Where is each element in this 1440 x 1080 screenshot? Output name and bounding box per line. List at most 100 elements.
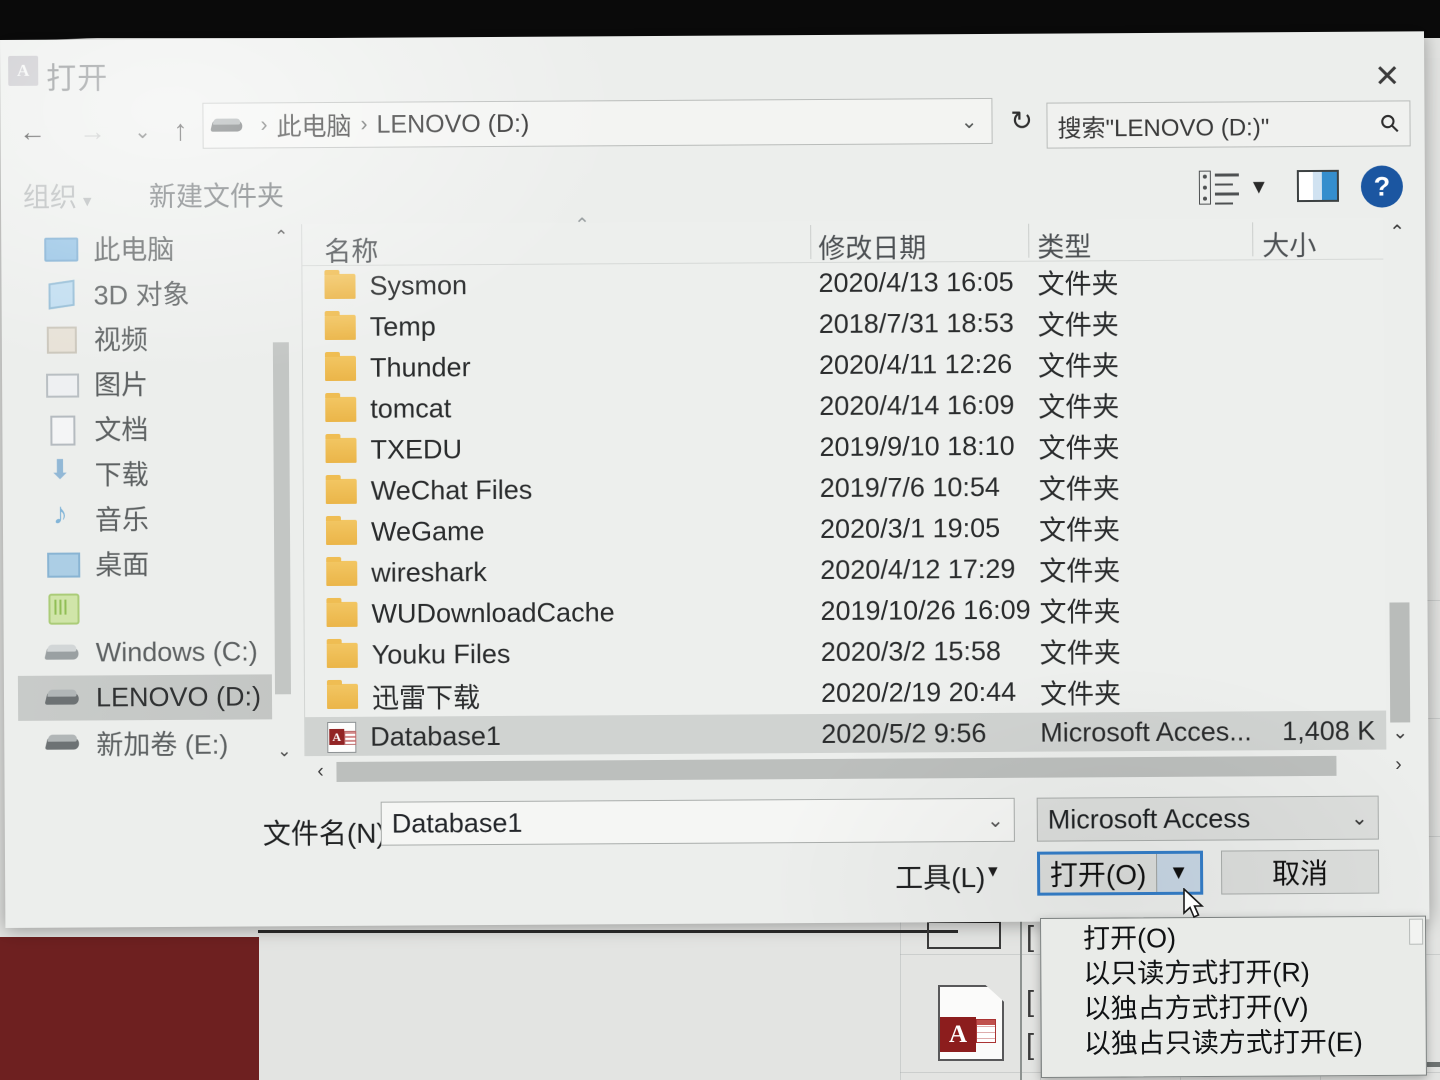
access-grid-glyph [976, 1019, 996, 1043]
file-date-cell: 2020/4/11 12:26 [818, 348, 1013, 381]
sidebar-item-下载[interactable]: 下载 [17, 449, 287, 496]
table-row[interactable]: Sysmon 2020/4/13 16:05 文件夹 [302, 259, 1411, 307]
chevron-down-icon[interactable]: ⌄ [1351, 805, 1368, 830]
header-divider-1[interactable] [810, 225, 812, 260]
filename-label: 文件名(N): [262, 817, 394, 850]
table-row[interactable]: Temp 2018/7/31 18:53 文件夹 [303, 300, 1412, 348]
drive-icon [44, 638, 84, 668]
preview-right [1321, 171, 1338, 200]
list-scroll-down-icon[interactable]: ⌄ [1386, 717, 1414, 747]
sidebar-item-label: Windows (C:) [95, 636, 258, 668]
table-row[interactable]: Youku Files 2020/3/2 15:58 文件夹 [305, 628, 1414, 676]
sidebar-item-视频[interactable]: 视频 [16, 314, 286, 361]
documents-icon [42, 413, 82, 443]
file-list-scrollbar[interactable]: ⌃ ⌄ [1383, 217, 1415, 766]
file-name-cell: Sysmon [324, 270, 467, 302]
folder-icon [325, 396, 357, 423]
table-row[interactable]: WUDownloadCache 2019/10/26 16:09 文件夹 [304, 587, 1413, 635]
new-folder-button[interactable]: 新建文件夹 [149, 174, 284, 214]
sidebar-scroll-down-icon[interactable]: ⌄ [272, 738, 296, 764]
hscroll-left-icon[interactable]: ‹ [304, 761, 336, 783]
back-button[interactable]: ← [10, 110, 54, 154]
file-type-cell: 文件夹 [1038, 433, 1120, 464]
preview-pane-icon[interactable] [1296, 169, 1340, 203]
file-list-panel: 名称 ⌃ 修改日期 类型 大小 Sysmon 2020/4/13 16:05 文件夹… [301, 215, 1415, 773]
table-row[interactable]: WeChat Files 2019/7/6 10:54 文件夹 [304, 464, 1413, 512]
sidebar-scroll-up-icon[interactable]: ⌃ [269, 224, 293, 250]
sidebar-scrollbar[interactable]: ⌃ ⌄ [269, 224, 297, 773]
column-header-type[interactable]: 类型 [1037, 225, 1091, 264]
menu-scroll-indicator[interactable] [1409, 918, 1424, 945]
open-dropdown-caret-icon[interactable]: ▼ [1155, 853, 1201, 892]
folder-icon [324, 355, 357, 382]
list-scroll-thumb[interactable] [1389, 602, 1411, 723]
file-date-cell: 2020/4/13 16:05 [818, 266, 1014, 299]
filetype-select[interactable]: Microsoft Access ⌄ [1036, 795, 1379, 842]
sidebar-item-LENOVO (D:)[interactable]: LENOVO (D:) [17, 674, 289, 721]
column-header-size[interactable]: 大小 [1262, 224, 1316, 263]
forward-button[interactable]: → [70, 109, 114, 153]
background-bracket-2: [ [1026, 986, 1035, 1018]
table-row[interactable]: tomcat 2020/4/14 16:09 文件夹 [303, 382, 1412, 430]
search-input[interactable]: 搜索"LENOVO (D:)" ⚲ [1046, 100, 1411, 149]
open-split-button[interactable]: 打开(O) ▼ [1036, 850, 1204, 896]
dialog-title: 打开 [46, 62, 109, 96]
address-bar[interactable]: › 此电脑 › LENOVO (D:) ⌄ [202, 97, 993, 149]
sidebar-item-图片[interactable]: 图片 [16, 359, 286, 406]
table-row[interactable]: 迅雷下载 2020/2/19 20:44 文件夹 [305, 669, 1414, 717]
file-name-cell: TXEDU [325, 434, 462, 466]
table-row[interactable]: wireshark 2020/4/12 17:29 文件夹 [304, 546, 1413, 594]
organize-button[interactable]: 组织 ▾ [23, 175, 92, 214]
breadcrumb-lenovo-d[interactable]: LENOVO (D:) [376, 109, 529, 139]
menu-item-open[interactable]: 打开(O) [1041, 917, 1425, 954]
up-button[interactable]: ↑ [158, 109, 202, 153]
list-scroll-up-icon[interactable]: ⌃ [1383, 217, 1411, 247]
menu-item-open-readonly[interactable]: 以只读方式打开(R) [1041, 952, 1425, 989]
cancel-button[interactable]: 取消 [1220, 849, 1380, 895]
sidebar-item-文档[interactable]: 文档 [16, 404, 286, 451]
sidebar-item-label: 图片 [94, 370, 149, 401]
hscroll-right-icon[interactable]: › [1382, 754, 1414, 776]
refresh-icon[interactable]: ↻ [1000, 98, 1042, 144]
sidebar-item-新加卷 (E:)[interactable]: 新加卷 (E:) [18, 719, 288, 766]
sidebar-item-3D 对象[interactable]: 3D 对象 [15, 269, 285, 316]
menu-item-open-exclusive[interactable]: 以独占方式打开(V) [1041, 987, 1425, 1024]
view-dropdown-caret-icon[interactable]: ▼ [1249, 176, 1269, 199]
file-type-cell: 文件夹 [1038, 474, 1120, 505]
table-row[interactable]: WeGame 2020/3/1 19:05 文件夹 [304, 505, 1413, 553]
breadcrumb-this-pc[interactable]: 此电脑 [276, 107, 351, 143]
3d-objects-icon [41, 278, 81, 308]
header-divider-3[interactable] [1252, 222, 1254, 257]
column-header-date[interactable]: 修改日期 [818, 226, 926, 266]
file-name-text: Sysmon [369, 270, 468, 301]
help-icon[interactable]: ? [1360, 165, 1404, 208]
filename-input[interactable]: Database1 ⌄ [380, 797, 1015, 846]
tools-caret-icon[interactable]: ▾ [988, 860, 998, 883]
file-name-text: WUDownloadCache [371, 597, 615, 629]
table-row[interactable]: TXEDU 2019/9/10 18:10 文件夹 [303, 423, 1412, 471]
chevron-down-icon[interactable]: ⌄ [987, 807, 1004, 832]
header-divider-2[interactable] [1028, 223, 1030, 258]
file-name-text: Youku Files [371, 638, 511, 670]
sidebar-item-此电脑[interactable]: 此电脑 [15, 224, 285, 271]
sidebar-item-Windows (C:)[interactable]: Windows (C:) [18, 629, 288, 676]
command-bar: 组织 ▾ 新建文件夹 ▼ ? [1, 155, 1425, 226]
sidebar-item-unnamed-8[interactable] [17, 584, 287, 631]
file-type-cell: 文件夹 [1039, 556, 1121, 587]
file-name-cell: Database1 [327, 721, 501, 754]
close-icon[interactable]: ✕ [1364, 55, 1410, 95]
menu-item-open-exclusive-readonly[interactable]: 以独占只读方式打开(E) [1042, 1022, 1426, 1059]
mouse-cursor [1183, 888, 1205, 919]
view-options-icon[interactable] [1198, 170, 1239, 205]
table-row[interactable]: Thunder 2020/4/11 12:26 文件夹 [303, 341, 1412, 389]
sidebar-item-音乐[interactable]: 音乐 [17, 494, 287, 541]
sidebar-item-label: 新加卷 (E:) [96, 729, 229, 761]
open-button[interactable]: 打开(O) [1040, 854, 1156, 893]
chevron-down-icon[interactable]: ⌄ [961, 108, 984, 133]
column-header-name[interactable]: 名称 [324, 230, 378, 269]
sidebar-item-桌面[interactable]: 桌面 [17, 539, 287, 586]
sidebar-scroll-thumb[interactable] [272, 342, 292, 695]
file-date-cell: 2019/9/10 18:10 [819, 430, 1015, 463]
tools-button[interactable]: 工具(L) [895, 856, 985, 897]
preview-left [1298, 171, 1314, 201]
